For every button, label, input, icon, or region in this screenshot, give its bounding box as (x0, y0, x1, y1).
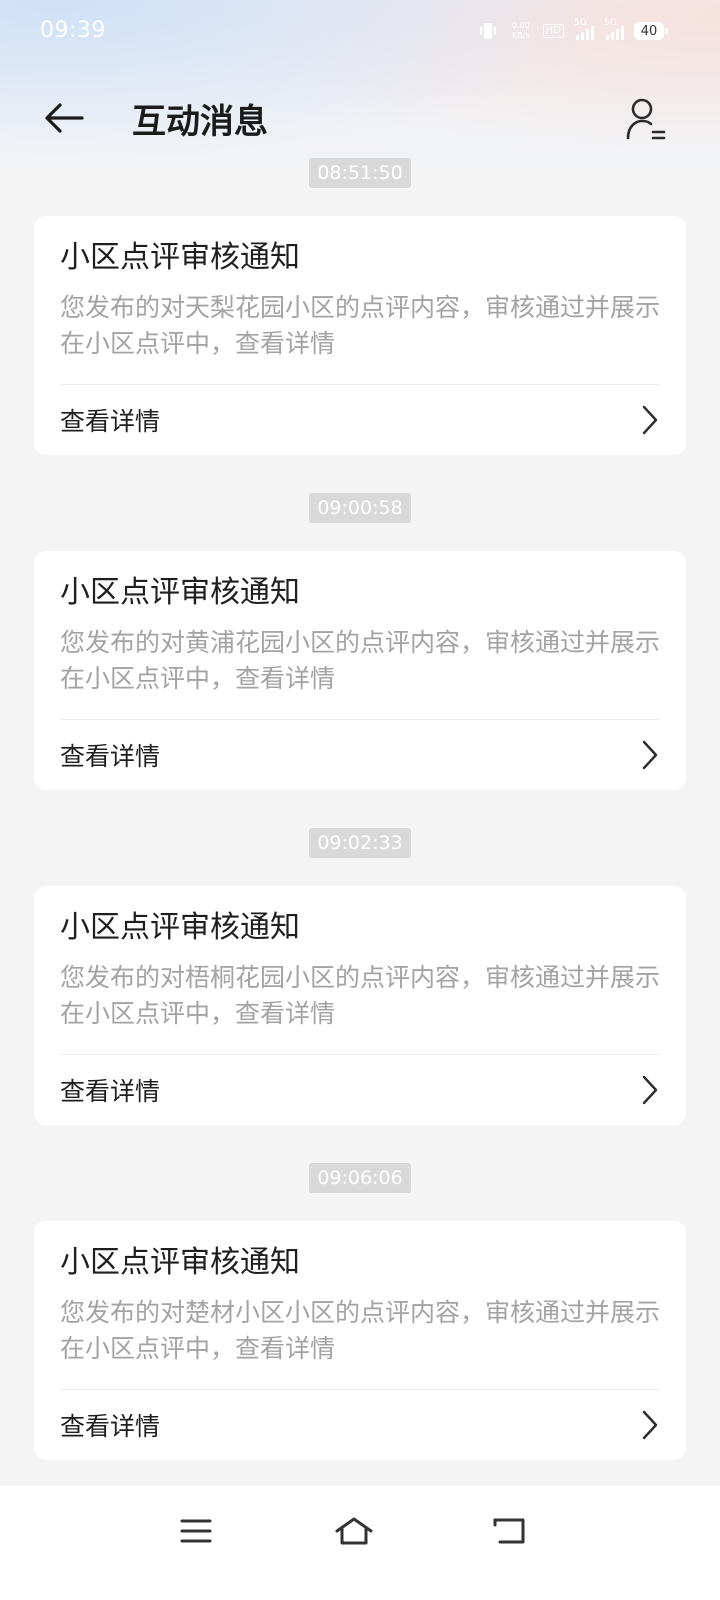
chevron-right-icon (642, 405, 658, 435)
page-title: 互动消息 (132, 102, 268, 142)
view-details-row[interactable]: 查看详情 (60, 720, 660, 790)
view-details-label: 查看详情 (60, 407, 161, 436)
message-description: 您发布的对楚材小区小区的点评内容，审核通过并展示在小区点评中，查看详情 (60, 1295, 660, 1390)
timestamp-row: 09:06:06 (0, 1163, 720, 1193)
chevron-right-icon (642, 1075, 658, 1105)
back-button[interactable] (40, 96, 88, 140)
message-title: 小区点评审核通知 (60, 1245, 300, 1280)
status-bar: 09:39 0.00 KB/s HD 5G 5G 40 (0, 0, 720, 64)
system-back-button[interactable] (480, 1506, 540, 1556)
view-details-row[interactable]: 查看详情 (60, 385, 660, 455)
timestamp-row: 09:00:58 (0, 493, 720, 523)
battery-level: 40 (640, 23, 658, 39)
message-description: 您发布的对黄浦花园小区的点评内容，审核通过并展示在小区点评中，查看详情 (60, 625, 660, 720)
message-card[interactable]: 小区点评审核通知 您发布的对天梨花园小区的点评内容，审核通过并展示在小区点评中，… (34, 216, 686, 455)
vibrate-icon (477, 20, 499, 42)
home-button[interactable] (324, 1506, 384, 1556)
signal-2-label: 5G (604, 18, 617, 28)
message-list[interactable]: 08:51:50 小区点评审核通知 您发布的对天梨花园小区的点评内容，审核通过并… (0, 156, 720, 1514)
timestamp-badge: 09:02:33 (309, 828, 411, 858)
timestamp-badge: 09:06:06 (309, 1163, 411, 1193)
arrow-left-icon (45, 103, 84, 133)
view-details-label: 查看详情 (60, 1077, 161, 1106)
battery-icon: 40 (634, 22, 668, 40)
timestamp-row: 08:51:50 (0, 158, 720, 188)
status-icons: 0.00 KB/s HD 5G 5G 40 (477, 18, 668, 42)
status-time: 09:39 (40, 18, 106, 43)
view-details-row[interactable]: 查看详情 (60, 1390, 660, 1460)
timestamp-badge: 09:00:58 (309, 493, 411, 523)
message-card[interactable]: 小区点评审核通知 您发布的对黄浦花园小区的点评内容，审核通过并展示在小区点评中，… (34, 551, 686, 790)
message-title: 小区点评审核通知 (60, 240, 300, 275)
message-title: 小区点评审核通知 (60, 910, 300, 945)
message-description: 您发布的对梧桐花园小区的点评内容，审核通过并展示在小区点评中，查看详情 (60, 960, 660, 1055)
view-details-row[interactable]: 查看详情 (60, 1055, 660, 1125)
hd-icon: HD (542, 24, 564, 38)
home-icon (335, 1517, 373, 1545)
timestamp-row: 09:02:33 (0, 828, 720, 858)
system-nav-bar (0, 1486, 720, 1600)
message-card[interactable]: 小区点评审核通知 您发布的对梧桐花园小区的点评内容，审核通过并展示在小区点评中，… (34, 886, 686, 1125)
network-speed-value: 0.00 (511, 21, 530, 30)
chevron-right-icon (642, 740, 658, 770)
signal-icon-1: 5G (574, 18, 594, 40)
network-speed-unit: KB/s (511, 31, 530, 40)
chevron-right-icon (642, 1410, 658, 1440)
menu-icon (180, 1519, 212, 1543)
timestamp-badge: 08:51:50 (309, 158, 411, 188)
recent-apps-button[interactable] (166, 1506, 226, 1556)
message-description: 您发布的对天梨花园小区的点评内容，审核通过并展示在小区点评中，查看详情 (60, 290, 660, 385)
message-card[interactable]: 小区点评审核通知 您发布的对楚材小区小区的点评内容，审核通过并展示在小区点评中，… (34, 1221, 686, 1460)
screen: 09:39 0.00 KB/s HD 5G 5G 40 互动消息 08:51:5… (0, 0, 720, 1600)
view-details-label: 查看详情 (60, 742, 161, 771)
signal-1-label: 5G (574, 18, 587, 28)
profile-button[interactable] (622, 94, 670, 144)
message-title: 小区点评审核通知 (60, 575, 300, 610)
header: 互动消息 (0, 80, 720, 156)
view-details-label: 查看详情 (60, 1412, 161, 1441)
user-list-icon (626, 98, 666, 140)
network-speed: 0.00 KB/s (509, 21, 533, 41)
return-icon (493, 1518, 525, 1544)
signal-icon-2: 5G (604, 18, 624, 40)
